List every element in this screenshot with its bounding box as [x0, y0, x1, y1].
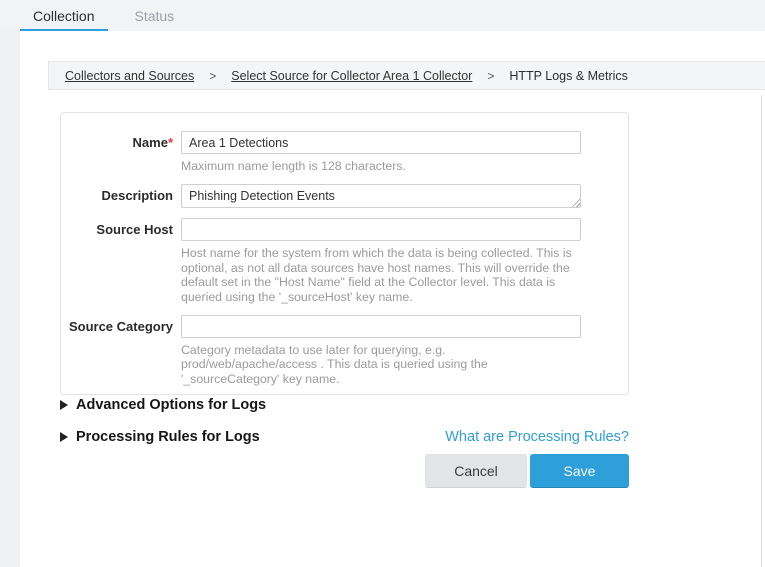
source-category-label: Source Category — [61, 315, 181, 386]
description-row: Description Phishing Detection Events — [61, 184, 628, 208]
breadcrumb-current-page: HTTP Logs & Metrics — [509, 69, 628, 83]
processing-rules-section: Processing Rules for Logs What are Proce… — [60, 429, 629, 445]
name-label: Name* — [61, 131, 181, 173]
name-row: Name* Maximum name length is 128 charact… — [61, 131, 628, 173]
tab-bar: Collection Status — [0, 0, 765, 31]
main-panel: Collectors and Sources > Select Source f… — [20, 31, 765, 567]
tab-collection[interactable]: Collection — [33, 8, 94, 24]
processing-rules-title: Processing Rules for Logs — [76, 429, 260, 445]
save-button[interactable]: Save — [530, 454, 629, 488]
breadcrumb-select-source[interactable]: Select Source for Collector Area 1 Colle… — [231, 69, 472, 83]
cancel-button[interactable]: Cancel — [425, 454, 527, 488]
disclosure-triangle-icon — [60, 400, 68, 410]
source-form-card: Name* Maximum name length is 128 charact… — [60, 112, 629, 395]
source-category-input[interactable] — [181, 315, 581, 338]
name-input[interactable] — [181, 131, 581, 154]
advanced-options-toggle[interactable]: Advanced Options for Logs — [60, 397, 266, 413]
breadcrumb-collectors-and-sources[interactable]: Collectors and Sources — [65, 69, 194, 83]
advanced-options-section: Advanced Options for Logs — [60, 397, 629, 413]
tab-status[interactable]: Status — [134, 8, 174, 24]
breadcrumb: Collectors and Sources > Select Source f… — [48, 61, 765, 90]
description-textarea[interactable]: Phishing Detection Events — [181, 184, 581, 208]
name-helper-text: Maximum name length is 128 characters. — [181, 159, 581, 173]
what-are-processing-rules-link[interactable]: What are Processing Rules? — [445, 429, 629, 445]
processing-rules-toggle[interactable]: Processing Rules for Logs — [60, 429, 260, 445]
breadcrumb-separator: > — [209, 69, 216, 83]
panel-right-border — [761, 95, 762, 567]
source-host-input[interactable] — [181, 218, 581, 241]
source-category-row: Source Category Category metadata to use… — [61, 315, 628, 386]
disclosure-triangle-icon — [60, 432, 68, 442]
breadcrumb-separator: > — [487, 69, 494, 83]
source-host-row: Source Host Host name for the system fro… — [61, 218, 628, 304]
source-host-label: Source Host — [61, 218, 181, 304]
required-asterisk: * — [168, 135, 173, 150]
source-host-helper-text: Host name for the system from which the … — [181, 246, 581, 304]
description-label: Description — [61, 184, 181, 208]
source-category-helper-text: Category metadata to use later for query… — [181, 343, 581, 386]
form-actions: Cancel Save — [60, 454, 629, 488]
advanced-options-title: Advanced Options for Logs — [76, 397, 266, 413]
